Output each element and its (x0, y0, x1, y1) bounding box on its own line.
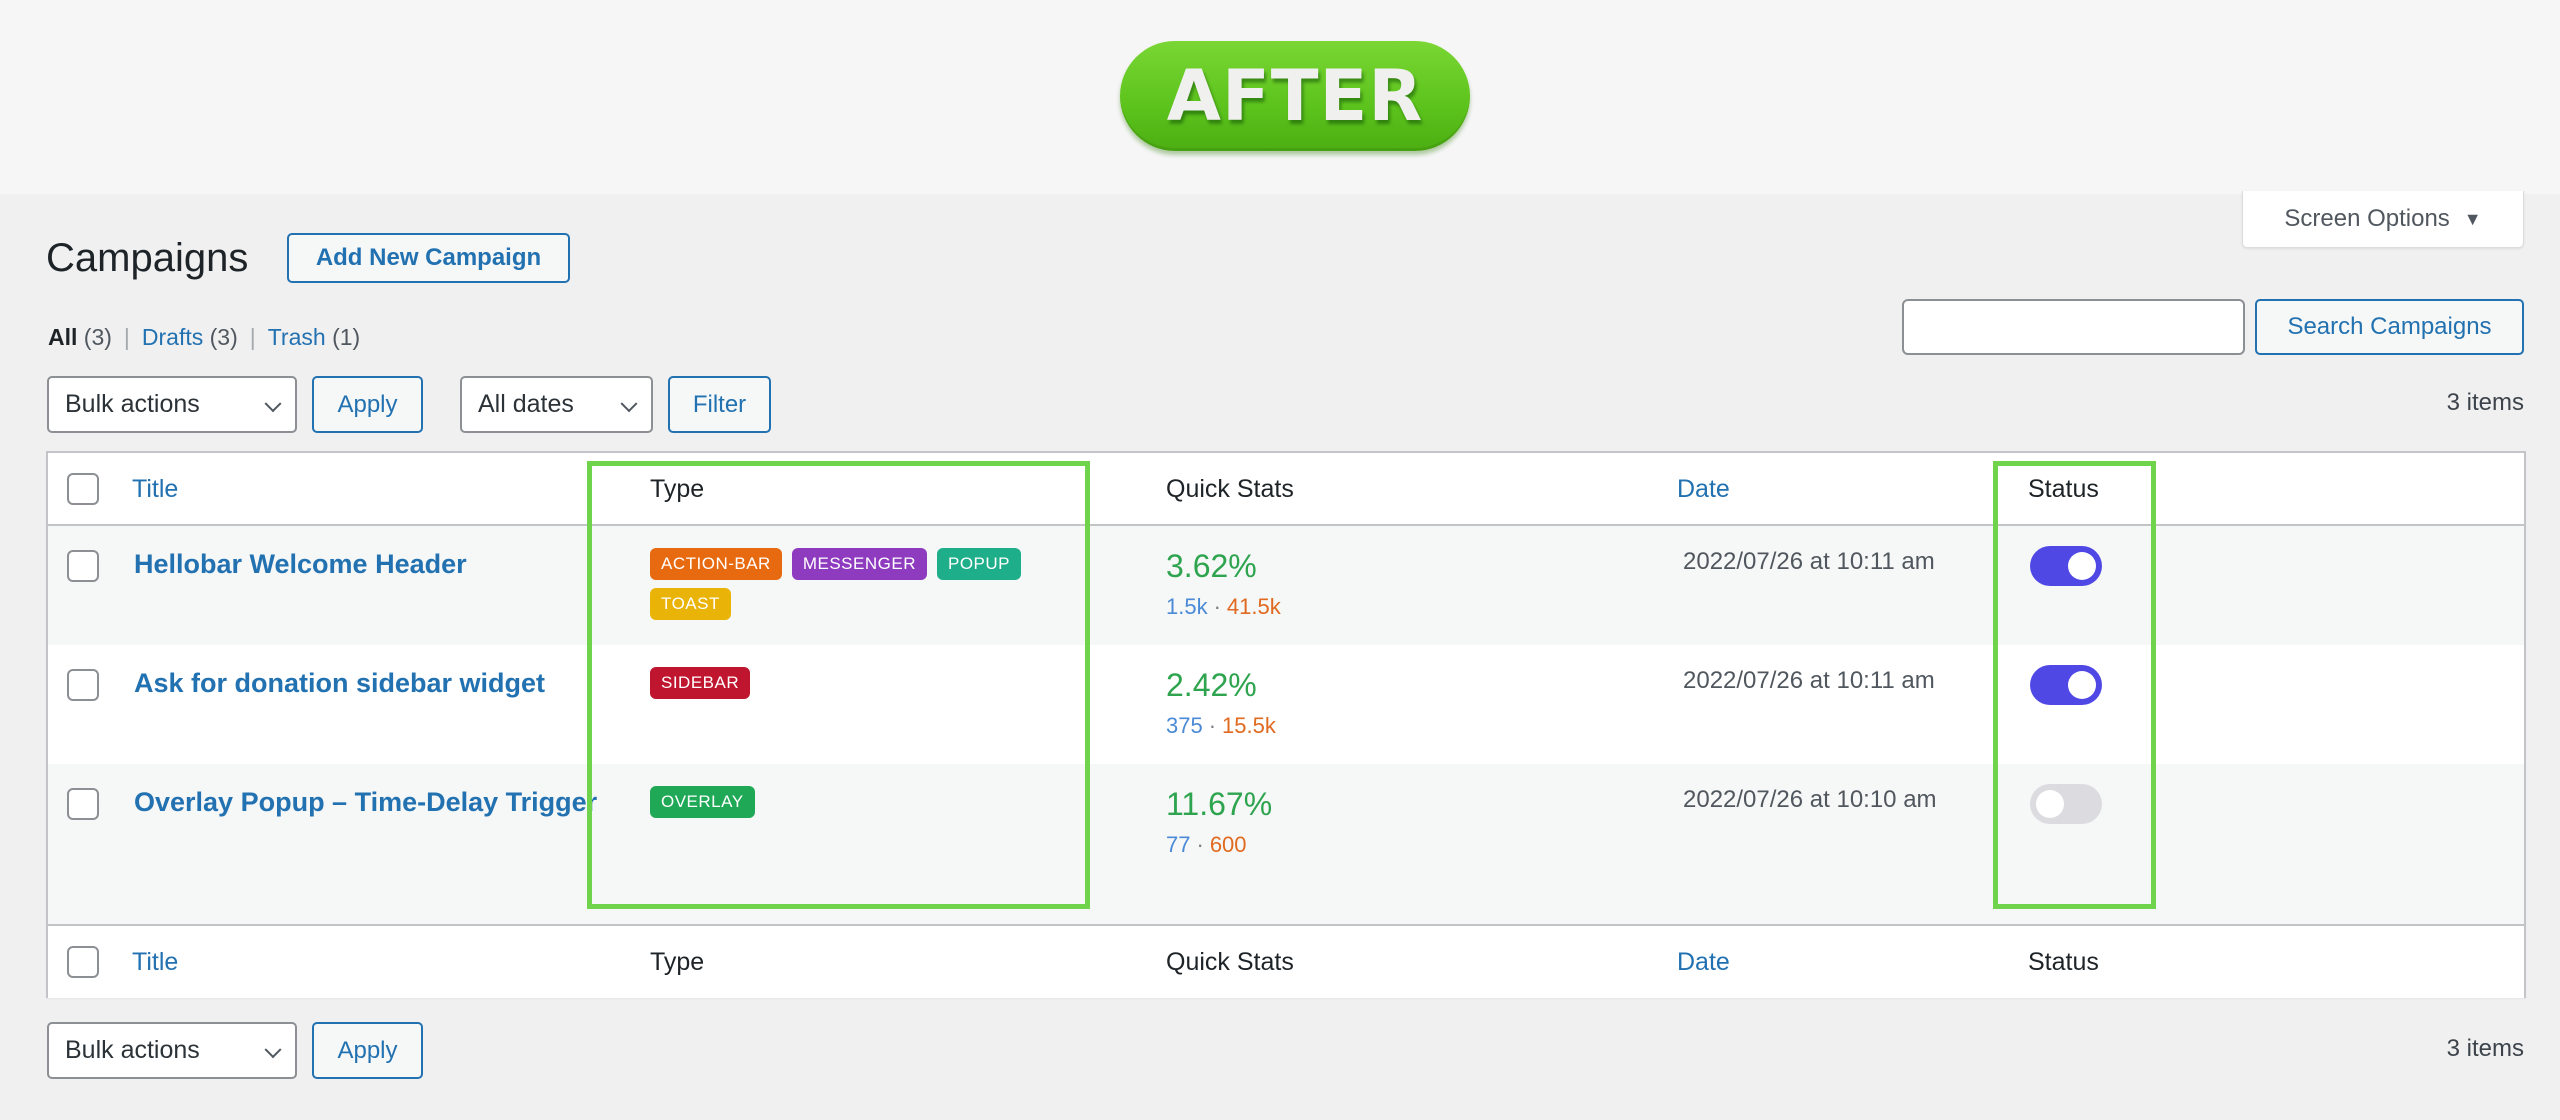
search-campaigns-button[interactable]: Search Campaigns (2255, 299, 2524, 355)
table-row: Overlay Popup – Time-Delay Trigger OVERL… (48, 764, 2524, 924)
view-drafts-label: Drafts (141, 324, 204, 350)
screen-options-label: Screen Options (2284, 205, 2450, 232)
page-title: Campaigns (46, 236, 249, 280)
type-badges: OVERLAY (650, 786, 1070, 818)
dates-select[interactable]: All dates (460, 376, 653, 433)
table-row: Ask for donation sidebar widget SIDEBAR … (48, 645, 2524, 764)
screen-options-button[interactable]: Screen Options ▼ (2242, 191, 2524, 248)
conversion-rate: 3.62% (1166, 548, 1257, 584)
campaign-date: 2022/07/26 at 10:11 am (1683, 667, 1935, 694)
stat-views: 600 (1209, 832, 1247, 857)
column-type: Type (650, 475, 705, 503)
search-input[interactable] (1902, 299, 2245, 355)
items-count-bottom: 3 items (2446, 1035, 2524, 1062)
campaign-date: 2022/07/26 at 10:11 am (1683, 548, 1935, 575)
apply-button-bottom[interactable]: Apply (312, 1022, 423, 1079)
chevron-down-icon (264, 394, 282, 412)
toggle-knob (2068, 552, 2096, 580)
stat-conversions: 77 (1166, 832, 1191, 857)
quick-stats: 3.62% 1.5k · 41.5k (1166, 548, 1281, 620)
stat-conversions: 1.5k (1166, 594, 1208, 619)
conversion-rate: 11.67% (1166, 786, 1273, 822)
column-title[interactable]: Title (132, 948, 178, 977)
view-trash-count: (1) (332, 324, 361, 350)
column-date[interactable]: Date (1677, 948, 1730, 977)
view-all-label: All (48, 324, 78, 350)
after-badge-label: AFTER (1166, 55, 1424, 137)
campaigns-table: Title Type Quick Stats Date Status Hello… (46, 451, 2526, 998)
toggle-knob (2068, 671, 2096, 699)
row-checkbox[interactable] (67, 550, 99, 582)
type-badge: OVERLAY (650, 786, 755, 818)
chevron-down-icon (264, 1040, 282, 1058)
apply-button[interactable]: Apply (312, 376, 423, 433)
type-badge: MESSENGER (791, 548, 927, 580)
row-checkbox[interactable] (67, 788, 99, 820)
view-drafts-count: (3) (209, 324, 238, 350)
items-count: 3 items (2446, 389, 2524, 416)
column-quick-stats: Quick Stats (1166, 475, 1294, 503)
view-drafts[interactable]: Drafts (3) (142, 324, 238, 351)
table-footer: Title Type Quick Stats Date Status (48, 924, 2524, 998)
stats-breakdown: 375 · 15.5k (1166, 713, 1276, 739)
status-toggle[interactable] (2030, 784, 2102, 824)
type-badge: SIDEBAR (650, 667, 751, 699)
table-row: Hellobar Welcome Header ACTION-BAR MESSE… (48, 526, 2524, 645)
type-badge: ACTION-BAR (650, 548, 782, 580)
select-all-checkbox[interactable] (67, 473, 99, 505)
quick-stats: 2.42% 375 · 15.5k (1166, 667, 1276, 739)
type-badge: POPUP (936, 548, 1022, 580)
campaign-title-link[interactable]: Overlay Popup – Time-Delay Trigger (134, 782, 614, 822)
view-filters: All (3) | Drafts (3) | Trash (1) (48, 324, 360, 351)
campaign-date: 2022/07/26 at 10:10 am (1683, 786, 1937, 813)
column-status: Status (2028, 475, 2099, 503)
view-trash-label: Trash (267, 324, 326, 350)
chevron-down-icon (620, 394, 638, 412)
column-type: Type (650, 948, 705, 976)
bulk-actions-value: Bulk actions (65, 1036, 200, 1064)
bulk-actions-value: Bulk actions (65, 390, 200, 418)
dates-value: All dates (478, 390, 574, 418)
triangle-down-icon: ▼ (2463, 208, 2482, 229)
column-status: Status (2028, 948, 2099, 976)
column-quick-stats: Quick Stats (1166, 948, 1294, 976)
separator: | (249, 324, 256, 350)
after-badge: AFTER (1120, 41, 1470, 151)
campaign-title-link[interactable]: Hellobar Welcome Header (134, 544, 614, 584)
stat-views: 41.5k (1226, 594, 1281, 619)
column-title[interactable]: Title (132, 475, 178, 504)
view-trash[interactable]: Trash (1) (268, 324, 360, 351)
table-header: Title Type Quick Stats Date Status (48, 453, 2524, 526)
campaign-title-link[interactable]: Ask for donation sidebar widget (134, 663, 614, 703)
stat-conversions: 375 (1166, 713, 1203, 738)
separator: | (123, 324, 130, 350)
select-all-checkbox-footer[interactable] (67, 946, 99, 978)
status-toggle[interactable] (2030, 665, 2102, 705)
row-checkbox[interactable] (67, 669, 99, 701)
stats-breakdown: 1.5k · 41.5k (1166, 594, 1281, 620)
stat-separator: · (1208, 713, 1217, 738)
type-badges: ACTION-BAR MESSENGER POPUP TOAST (650, 548, 1070, 620)
view-all[interactable]: All (3) (48, 324, 112, 351)
status-toggle[interactable] (2030, 546, 2102, 586)
bulk-actions-select[interactable]: Bulk actions (47, 376, 297, 433)
stat-separator: · (1196, 832, 1204, 857)
add-new-campaign-button[interactable]: Add New Campaign (287, 233, 570, 283)
view-all-count: (3) (83, 324, 112, 350)
conversion-rate: 2.42% (1166, 667, 1257, 703)
filter-button[interactable]: Filter (668, 376, 771, 433)
stats-breakdown: 77 · 600 (1166, 832, 1272, 858)
column-date[interactable]: Date (1677, 475, 1730, 504)
stat-separator: · (1213, 594, 1221, 619)
type-badge: TOAST (650, 588, 731, 620)
quick-stats: 11.67% 77 · 600 (1166, 786, 1272, 858)
type-badges: SIDEBAR (650, 667, 1070, 699)
bulk-actions-select-bottom[interactable]: Bulk actions (47, 1022, 297, 1079)
stat-views: 15.5k (1222, 713, 1276, 738)
toggle-knob (2036, 790, 2064, 818)
